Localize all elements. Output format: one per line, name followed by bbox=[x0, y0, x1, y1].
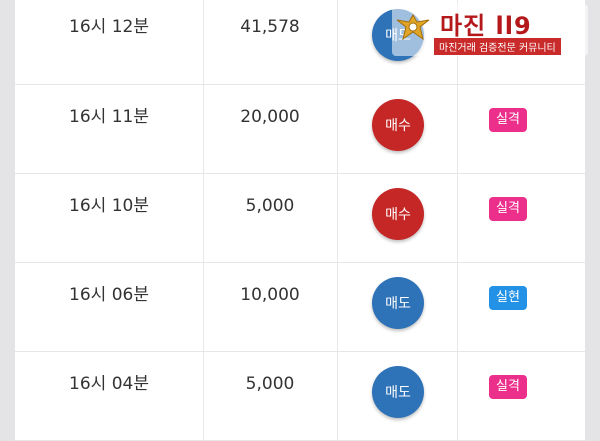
table-row: 16시 06분 10,000 매도 실현 bbox=[15, 263, 585, 352]
trade-quantity: 20,000 bbox=[240, 107, 300, 127]
trade-quantity: 5,000 bbox=[245, 374, 295, 394]
table-row: 16시 04분 5,000 매도 실격 bbox=[15, 352, 585, 441]
result-badge: 실격 bbox=[489, 108, 527, 132]
table-row: 16시 11분 20,000 매수 실격 bbox=[15, 85, 585, 174]
trade-time: 16시 10분 bbox=[69, 196, 149, 216]
watermark-title: 마진 ll9 bbox=[440, 12, 532, 40]
trade-quantity: 10,000 bbox=[240, 285, 300, 305]
eagle-logo-icon bbox=[396, 13, 430, 41]
result-badge: 실현 bbox=[489, 286, 527, 310]
sell-indicator: 매도 bbox=[372, 366, 424, 418]
result-badge: 실격 bbox=[489, 375, 527, 399]
trade-time: 16시 12분 bbox=[69, 17, 149, 37]
trade-quantity: 41,578 bbox=[240, 17, 300, 37]
site-watermark: 마진 ll9 마진거래 검증전문 커뮤니티 bbox=[392, 4, 588, 56]
trade-time: 16시 06분 bbox=[69, 285, 149, 305]
trade-quantity: 5,000 bbox=[245, 196, 295, 216]
result-badge: 실격 bbox=[489, 197, 527, 221]
buy-indicator: 매수 bbox=[372, 188, 424, 240]
sell-indicator: 매도 bbox=[372, 277, 424, 329]
trade-history-table: 16시 12분 41,578 매도 16시 11분 20,000 매수 실격 1… bbox=[15, 0, 585, 441]
table-row: 16시 10분 5,000 매수 실격 bbox=[15, 174, 585, 263]
trade-time: 16시 11분 bbox=[69, 107, 149, 127]
watermark-subtitle: 마진거래 검증전문 커뮤니티 bbox=[434, 38, 561, 55]
buy-indicator: 매수 bbox=[372, 99, 424, 151]
trade-time: 16시 04분 bbox=[69, 374, 149, 394]
